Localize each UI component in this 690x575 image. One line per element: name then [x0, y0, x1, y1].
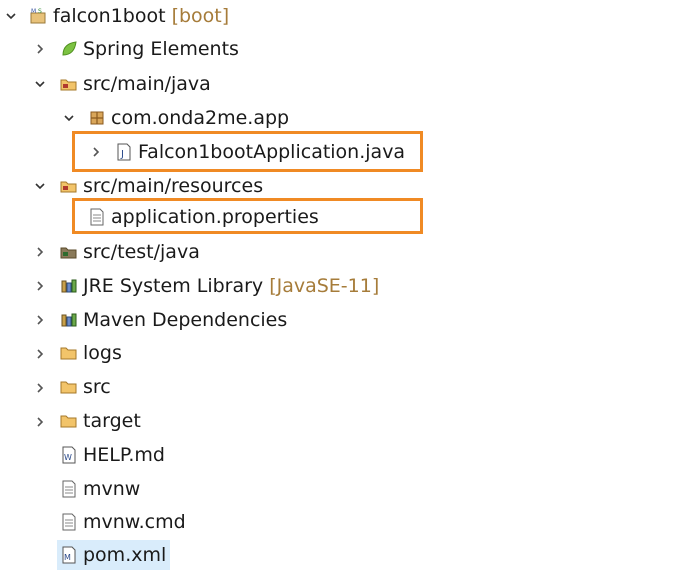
help-label: HELP.md: [83, 444, 165, 466]
source-folder-icon: [60, 177, 78, 195]
project-label: falcon1boot: [53, 5, 166, 27]
tree-item-app-class[interactable]: J Falcon1bootApplication.java: [115, 137, 405, 167]
package-icon: [88, 109, 106, 127]
tree-item-app-properties[interactable]: application.properties: [88, 202, 319, 232]
src-label: src: [83, 376, 111, 398]
tree-item-src-test-java[interactable]: src/test/java: [60, 237, 200, 267]
svg-text:W: W: [64, 453, 72, 462]
chevron-right-icon[interactable]: [33, 245, 47, 259]
java-file-icon: J: [115, 143, 133, 161]
svg-text:S: S: [38, 8, 42, 15]
chevron-down-icon[interactable]: [4, 9, 18, 23]
src-main-java-label: src/main/java: [83, 73, 211, 95]
maven-project-icon: M S: [30, 7, 48, 25]
chevron-right-icon[interactable]: [33, 42, 47, 56]
tree-item-mvnw-cmd[interactable]: mvnw.cmd: [60, 507, 186, 537]
maven-deps-label: Maven Dependencies: [83, 309, 288, 331]
tree-item-src-main-java[interactable]: src/main/java: [60, 69, 211, 99]
app-properties-label: application.properties: [111, 206, 319, 228]
chevron-right-icon[interactable]: [33, 381, 47, 395]
tree-item-help[interactable]: W HELP.md: [60, 440, 165, 470]
mvnw-label: mvnw: [83, 478, 141, 500]
target-label: target: [83, 410, 141, 432]
markdown-file-icon: W: [60, 446, 78, 464]
tree-item-project[interactable]: M S falcon1boot [boot]: [30, 1, 229, 31]
spring-leaf-icon: [60, 40, 78, 58]
chevron-right-icon[interactable]: [89, 145, 103, 159]
test-source-folder-icon: [60, 243, 78, 261]
chevron-right-icon[interactable]: [33, 415, 47, 429]
chevron-down-icon[interactable]: [62, 111, 76, 125]
chevron-right-icon[interactable]: [33, 347, 47, 361]
mvnw-cmd-label: mvnw.cmd: [83, 511, 186, 533]
pom-label: pom.xml: [83, 544, 167, 566]
project-decoration: [boot]: [171, 5, 230, 27]
folder-icon: [60, 378, 78, 396]
chevron-right-icon[interactable]: [33, 279, 47, 293]
chevron-down-icon[interactable]: [33, 77, 47, 91]
tree-item-jre[interactable]: JRE System Library [JavaSE-11]: [60, 271, 379, 301]
svg-text:M: M: [64, 553, 71, 562]
text-file-icon: [60, 513, 78, 531]
folder-icon: [60, 412, 78, 430]
tree-item-src[interactable]: src: [60, 372, 111, 402]
tree-item-package[interactable]: com.onda2me.app: [88, 103, 289, 133]
src-main-resources-label: src/main/resources: [83, 175, 264, 197]
jre-decoration: [JavaSE-11]: [269, 275, 380, 297]
text-file-icon: [60, 480, 78, 498]
source-folder-icon: [60, 75, 78, 93]
library-icon: [60, 277, 78, 295]
src-test-java-label: src/test/java: [83, 241, 200, 263]
chevron-down-icon[interactable]: [33, 179, 47, 193]
tree-item-mvnw[interactable]: mvnw: [60, 474, 140, 504]
package-label: com.onda2me.app: [111, 107, 290, 129]
jre-label: JRE System Library: [83, 275, 264, 297]
chevron-right-icon[interactable]: [33, 313, 47, 327]
tree-item-src-main-resources[interactable]: src/main/resources: [60, 171, 263, 201]
app-class-label: Falcon1bootApplication.java: [138, 141, 406, 163]
svg-text:M: M: [31, 8, 36, 15]
tree-item-spring-elements[interactable]: Spring Elements: [60, 34, 239, 64]
folder-icon: [60, 344, 78, 362]
tree-item-pom[interactable]: M pom.xml: [57, 540, 171, 570]
properties-file-icon: [88, 208, 106, 226]
tree-item-target[interactable]: target: [60, 406, 141, 436]
library-icon: [60, 311, 78, 329]
svg-text:J: J: [120, 149, 124, 160]
tree-item-logs[interactable]: logs: [60, 338, 122, 368]
spring-elements-label: Spring Elements: [83, 38, 239, 60]
logs-label: logs: [83, 342, 122, 364]
maven-pom-icon: M: [60, 546, 78, 564]
tree-item-maven-dependencies[interactable]: Maven Dependencies: [60, 305, 287, 335]
